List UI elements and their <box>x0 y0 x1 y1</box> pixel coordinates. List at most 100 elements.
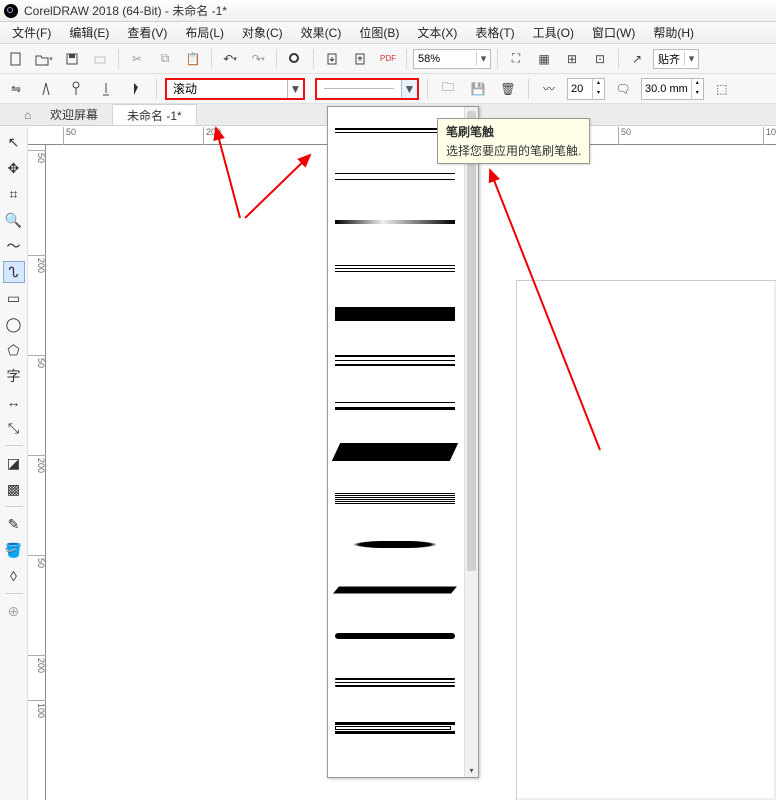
chevron-down-icon: ▾ <box>684 52 698 65</box>
menu-help[interactable]: 帮助(H) <box>645 22 702 43</box>
stroke-width-value[interactable]: 30.0 mm ▴▾ <box>641 78 704 100</box>
print-button[interactable] <box>88 47 112 71</box>
menu-object[interactable]: 对象(C) <box>234 22 291 43</box>
menu-file[interactable]: 文件(F) <box>4 22 59 43</box>
tab-welcome[interactable]: 欢迎屏幕 <box>36 104 113 125</box>
chevron-down-icon: ▼ <box>401 80 417 98</box>
guidelines-button[interactable]: ⊞ <box>560 47 584 71</box>
browse-button[interactable]: 🗀 <box>436 77 460 101</box>
mirror-h-button[interactable]: ⇋ <box>4 77 28 101</box>
launch-button[interactable]: ↗ <box>625 47 649 71</box>
separator <box>406 49 407 69</box>
smoothing-icon: 〰 <box>537 77 561 101</box>
connector-tool[interactable]: ⤡ <box>3 417 25 439</box>
spinner[interactable]: ▴▾ <box>691 79 703 99</box>
bounding-box-button[interactable]: ⬚ <box>710 77 734 101</box>
freehand-tool[interactable]: 〜 <box>3 235 25 257</box>
menu-window[interactable]: 窗口(W) <box>584 22 643 43</box>
cut-button[interactable]: ✂ <box>125 47 149 71</box>
preset-tool-3[interactable] <box>94 77 118 101</box>
separator <box>618 49 619 69</box>
brush-option[interactable] <box>328 245 462 291</box>
save-button[interactable] <box>60 47 84 71</box>
menu-layout[interactable]: 布局(L) <box>177 22 232 43</box>
rectangle-tool[interactable]: ▭ <box>3 287 25 309</box>
tooltip-desc: 选择您要应用的笔刷笔触. <box>446 144 581 158</box>
brush-option[interactable] <box>328 521 462 567</box>
parallel-dim-tool[interactable]: ↔ <box>3 391 25 413</box>
crop-tool[interactable]: ⌗ <box>3 183 25 205</box>
shape-tool[interactable]: ✥ <box>3 157 25 179</box>
polygon-tool[interactable]: ⬠ <box>3 339 25 361</box>
publish-pdf-button[interactable]: PDF <box>376 47 400 71</box>
toolbox: ↖ ✥ ⌗ 🔍 〜 ᔐ ▭ ◯ ⬠ 字 ↔ ⤡ ◪ ▩ ✎ 🪣 ◊ ⊕ <box>0 127 28 800</box>
scrollbar[interactable]: ▾ <box>464 107 478 777</box>
zoom-tool[interactable]: 🔍 <box>3 209 25 231</box>
fill-tool[interactable]: 🪣 <box>3 539 25 561</box>
pick-tool[interactable]: ↖ <box>3 131 25 153</box>
text-tool[interactable]: 字 <box>3 365 25 387</box>
fullscreen-button[interactable]: ⛶ <box>504 47 528 71</box>
spinner[interactable]: ▴▾ <box>592 79 604 99</box>
artistic-media-tool[interactable]: ᔐ <box>3 261 25 283</box>
brush-option[interactable] <box>328 429 462 475</box>
copy-button[interactable]: ⧉ <box>153 47 177 71</box>
tooltip: 笔刷笔触 选择您要应用的笔刷笔触. <box>437 118 590 164</box>
separator <box>497 49 498 69</box>
export-button[interactable] <box>348 47 372 71</box>
brush-option[interactable] <box>328 705 462 751</box>
transparency-tool[interactable]: ▩ <box>3 478 25 500</box>
property-bar: ⇋ 滚动 ▼ ▼ 🗀 💾 🗑 〰 20 ▴▾ 🗨 30.0 mm ▴▾ ⬚ <box>0 74 776 104</box>
brush-option[interactable] <box>328 613 462 659</box>
tab-document[interactable]: 未命名 -1* <box>113 104 197 125</box>
save-brush-button[interactable]: 💾 <box>466 77 490 101</box>
eyedropper-tool[interactable]: ✎ <box>3 513 25 535</box>
outline-tool[interactable]: ◊ <box>3 565 25 587</box>
menu-text[interactable]: 文本(X) <box>409 22 465 43</box>
chevron-down-icon: ▾ <box>476 52 490 65</box>
brush-stroke-panel: ▾ <box>327 106 479 778</box>
preset-tool-2[interactable] <box>64 77 88 101</box>
brush-option[interactable] <box>328 659 462 705</box>
paste-button[interactable]: 📋 <box>181 47 205 71</box>
separator <box>211 49 212 69</box>
separator <box>5 445 23 446</box>
menu-effects[interactable]: 效果(C) <box>293 22 350 43</box>
smoothing-value[interactable]: 20 ▴▾ <box>567 78 605 100</box>
undo-button[interactable]: ↶▾ <box>218 47 242 71</box>
menu-view[interactable]: 查看(V) <box>119 22 175 43</box>
preset-tool-1[interactable] <box>34 77 58 101</box>
redo-button[interactable]: ↷▾ <box>246 47 270 71</box>
scrollbar-thumb[interactable] <box>467 111 476 571</box>
menu-edit[interactable]: 编辑(E) <box>61 22 117 43</box>
separator <box>118 49 119 69</box>
add-tool[interactable]: ⊕ <box>3 600 25 622</box>
brush-option[interactable] <box>328 475 462 521</box>
separator <box>5 593 23 594</box>
snap-dropdown[interactable]: 贴齐 ▾ <box>653 49 699 69</box>
brush-stroke-dropdown[interactable]: ▼ <box>315 78 419 100</box>
brush-option[interactable] <box>328 337 462 383</box>
scroll-down-icon[interactable]: ▾ <box>465 766 478 775</box>
brush-category-dropdown[interactable]: 滚动 ▼ <box>165 78 305 100</box>
brush-option[interactable] <box>328 567 462 613</box>
brush-option[interactable] <box>328 383 462 429</box>
zoom-level[interactable]: 58% ▾ <box>413 49 491 69</box>
brush-option[interactable] <box>328 291 462 337</box>
brush-option[interactable] <box>328 199 462 245</box>
ellipse-tool[interactable]: ◯ <box>3 313 25 335</box>
delete-brush-button[interactable]: 🗑 <box>496 77 520 101</box>
menu-bitmap[interactable]: 位图(B) <box>351 22 407 43</box>
search-button[interactable] <box>283 47 307 71</box>
open-button[interactable]: ▾ <box>32 47 56 71</box>
import-button[interactable] <box>320 47 344 71</box>
home-icon[interactable]: ⌂ <box>24 104 36 125</box>
drop-shadow-tool[interactable]: ◪ <box>3 452 25 474</box>
grid-button[interactable]: ▦ <box>532 47 556 71</box>
preset-tool-4[interactable] <box>124 77 148 101</box>
menu-tools[interactable]: 工具(O) <box>525 22 582 43</box>
menu-table[interactable]: 表格(T) <box>467 22 522 43</box>
snap-grid-button[interactable]: ⊡ <box>588 47 612 71</box>
new-button[interactable] <box>4 47 28 71</box>
separator <box>276 49 277 69</box>
